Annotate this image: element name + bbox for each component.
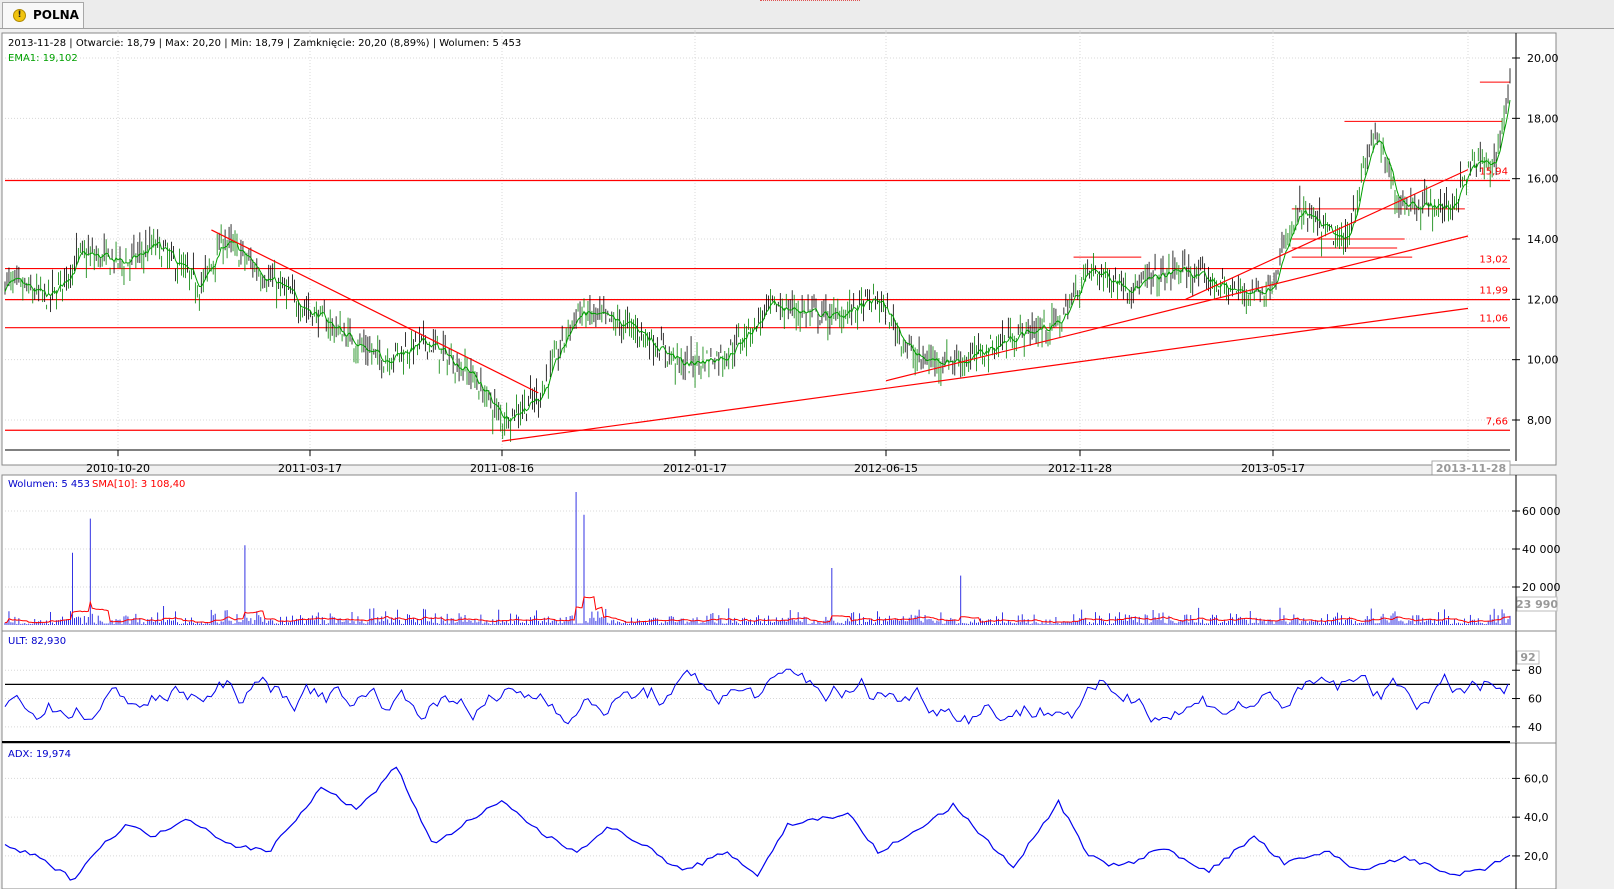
ult-label: ULT: 82,930 bbox=[8, 636, 66, 647]
chart-area: 7,66 11,06 11,99 13,02 15,94 8,00 10,00 12,00 1… bbox=[1, 30, 1561, 889]
adx-label: ADX: 19,974 bbox=[8, 749, 71, 760]
adx-tick-label: 60,0 bbox=[1524, 772, 1549, 785]
ult-tick-label: 60 bbox=[1528, 693, 1542, 706]
date-tick-label: 2012-06-15 bbox=[854, 462, 918, 475]
volume-tick-label: 40 000 bbox=[1522, 543, 1561, 556]
volume-tick-label: 20 000 bbox=[1522, 581, 1561, 594]
date-tick-label: 2012-01-17 bbox=[663, 462, 727, 475]
volume-last-value: 23 990 bbox=[1516, 598, 1558, 611]
volume-panel[interactable] bbox=[1, 474, 1557, 632]
ult-tick-label: 40 bbox=[1528, 721, 1542, 734]
adx-tick-label: 20,0 bbox=[1524, 850, 1549, 863]
ema-label: EMA1: 19,102 bbox=[8, 53, 78, 64]
price-tick-label: 10,00 bbox=[1527, 354, 1559, 367]
adx-tick-label: 40,0 bbox=[1524, 811, 1549, 824]
ult-panel[interactable] bbox=[1, 630, 1557, 744]
date-tick-label: 2011-08-16 bbox=[470, 462, 534, 475]
level-label: 13,02 bbox=[1479, 255, 1508, 266]
price-tick-label: 12,00 bbox=[1527, 293, 1559, 306]
price-tick-label: 18,00 bbox=[1527, 112, 1559, 125]
price-tick-label: 16,00 bbox=[1527, 173, 1559, 186]
tab-label: POLNA bbox=[33, 8, 79, 22]
level-label: 11,06 bbox=[1479, 314, 1508, 325]
last-date-label: 2013-11-28 bbox=[1436, 462, 1506, 475]
date-tick-label: 2011-03-17 bbox=[278, 462, 342, 475]
price-tick-label: 8,00 bbox=[1527, 414, 1552, 427]
date-tick-label: 2010-10-20 bbox=[86, 462, 150, 475]
date-tick-label: 2012-11-28 bbox=[1048, 462, 1112, 475]
price-tick-label: 20,00 bbox=[1527, 52, 1559, 65]
price-tick-label: 14,00 bbox=[1527, 233, 1559, 246]
volume-tick-label: 60 000 bbox=[1522, 505, 1561, 518]
tab-polna[interactable]: ! POLNA bbox=[2, 2, 84, 28]
ult-tick-label: 80 bbox=[1528, 664, 1542, 677]
adx-panel[interactable] bbox=[1, 742, 1557, 889]
date-tick-label: 2013-05-17 bbox=[1241, 462, 1305, 475]
tab-bar: ! POLNA bbox=[0, 0, 1614, 29]
level-label: 15,94 bbox=[1479, 166, 1508, 177]
drag-handle-marker[interactable] bbox=[760, 0, 860, 1]
volume-label: Wolumen: 5 453 bbox=[8, 479, 90, 490]
warning-icon: ! bbox=[13, 9, 26, 22]
level-label: 11,99 bbox=[1479, 286, 1508, 297]
level-label: 7,66 bbox=[1486, 416, 1508, 427]
price-info: 2013-11-28 | Otwarcie: 18,79 | Max: 20,2… bbox=[8, 38, 521, 49]
ult-last-value: 92 bbox=[1520, 651, 1535, 664]
sma-label: SMA[10]: 3 108,40 bbox=[92, 479, 185, 490]
